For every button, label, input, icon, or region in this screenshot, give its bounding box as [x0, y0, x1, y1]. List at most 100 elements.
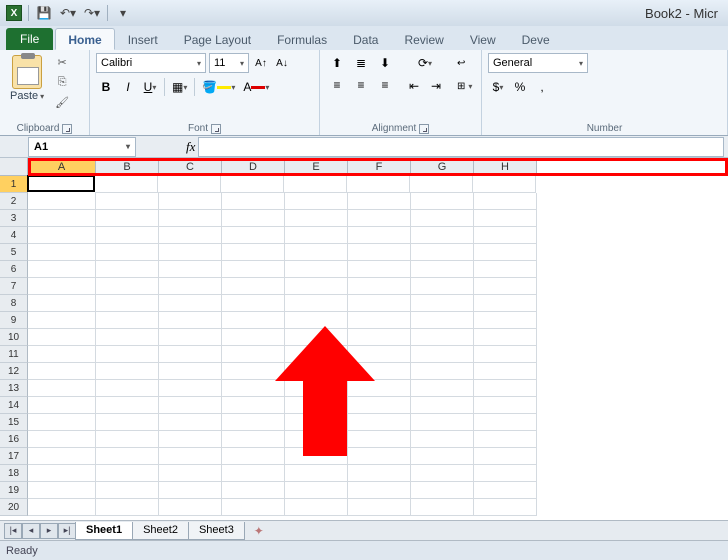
cell-F15[interactable]	[348, 414, 411, 431]
cell-H5[interactable]	[474, 244, 537, 261]
cell-E6[interactable]	[285, 261, 348, 278]
tab-developer[interactable]: Deve	[509, 28, 563, 50]
row-header-6[interactable]: 6	[0, 261, 28, 278]
cell-C18[interactable]	[159, 465, 222, 482]
cell-A11[interactable]	[28, 346, 96, 363]
cell-G9[interactable]	[411, 312, 474, 329]
cell-C15[interactable]	[159, 414, 222, 431]
column-header-G[interactable]: G	[411, 158, 474, 176]
row-header-20[interactable]: 20	[0, 499, 28, 516]
cell-F2[interactable]	[348, 193, 411, 210]
tab-home[interactable]: Home	[55, 28, 114, 50]
row-header-8[interactable]: 8	[0, 295, 28, 312]
sheet-nav-prev[interactable]: ◂	[22, 523, 40, 539]
cell-A15[interactable]	[28, 414, 96, 431]
cell-H12[interactable]	[474, 363, 537, 380]
cell-E3[interactable]	[285, 210, 348, 227]
cell-F4[interactable]	[348, 227, 411, 244]
cell-C13[interactable]	[159, 380, 222, 397]
align-middle-button[interactable]: ≣	[350, 53, 372, 73]
cell-H4[interactable]	[474, 227, 537, 244]
cell-F5[interactable]	[348, 244, 411, 261]
cell-B10[interactable]	[96, 329, 159, 346]
cell-D15[interactable]	[222, 414, 285, 431]
cell-B1[interactable]	[95, 176, 158, 193]
cell-B4[interactable]	[96, 227, 159, 244]
sheet-tab-3[interactable]: Sheet3	[188, 522, 245, 540]
percent-button[interactable]: %	[510, 77, 530, 97]
cell-H17[interactable]	[474, 448, 537, 465]
cell-E4[interactable]	[285, 227, 348, 244]
row-header-9[interactable]: 9	[0, 312, 28, 329]
cell-B15[interactable]	[96, 414, 159, 431]
cell-H9[interactable]	[474, 312, 537, 329]
cell-A5[interactable]	[28, 244, 96, 261]
cell-F11[interactable]	[348, 346, 411, 363]
cell-E10[interactable]	[285, 329, 348, 346]
cell-D20[interactable]	[222, 499, 285, 516]
sheet-tab-1[interactable]: Sheet1	[75, 522, 133, 540]
cell-A8[interactable]	[28, 295, 96, 312]
cell-E11[interactable]	[285, 346, 348, 363]
cell-F18[interactable]	[348, 465, 411, 482]
cell-E9[interactable]	[285, 312, 348, 329]
tab-view[interactable]: View	[457, 28, 509, 50]
column-header-C[interactable]: C	[159, 158, 222, 176]
cell-C8[interactable]	[159, 295, 222, 312]
cell-B11[interactable]	[96, 346, 159, 363]
align-left-button[interactable]: ≡	[326, 75, 348, 95]
font-color-button[interactable]: A▾	[240, 77, 272, 97]
cell-G11[interactable]	[411, 346, 474, 363]
cell-C12[interactable]	[159, 363, 222, 380]
cell-C6[interactable]	[159, 261, 222, 278]
cell-B6[interactable]	[96, 261, 159, 278]
decrease-indent-button[interactable]: ⇤	[404, 76, 424, 96]
select-all-corner[interactable]	[0, 158, 28, 176]
cell-A10[interactable]	[28, 329, 96, 346]
grow-font-button[interactable]: A↑	[252, 54, 270, 72]
cell-C1[interactable]	[158, 176, 221, 193]
cell-G20[interactable]	[411, 499, 474, 516]
cell-H6[interactable]	[474, 261, 537, 278]
row-header-3[interactable]: 3	[0, 210, 28, 227]
cell-A14[interactable]	[28, 397, 96, 414]
format-painter-button[interactable]: 🖌	[52, 93, 72, 111]
column-header-H[interactable]: H	[474, 158, 537, 176]
cell-F16[interactable]	[348, 431, 411, 448]
cell-G1[interactable]	[410, 176, 473, 193]
cell-E18[interactable]	[285, 465, 348, 482]
cell-G7[interactable]	[411, 278, 474, 295]
cell-G3[interactable]	[411, 210, 474, 227]
align-center-button[interactable]: ≡	[350, 75, 372, 95]
row-header-18[interactable]: 18	[0, 465, 28, 482]
cell-A13[interactable]	[28, 380, 96, 397]
cell-H19[interactable]	[474, 482, 537, 499]
cell-H8[interactable]	[474, 295, 537, 312]
fx-label[interactable]: fx	[186, 139, 195, 155]
alignment-launcher[interactable]	[419, 124, 429, 134]
cell-E12[interactable]	[285, 363, 348, 380]
cell-D5[interactable]	[222, 244, 285, 261]
cell-A9[interactable]	[28, 312, 96, 329]
cell-D1[interactable]	[221, 176, 284, 193]
cell-C7[interactable]	[159, 278, 222, 295]
redo-button[interactable]: ↷▾	[83, 4, 101, 22]
cell-C14[interactable]	[159, 397, 222, 414]
cell-A19[interactable]	[28, 482, 96, 499]
cell-H13[interactable]	[474, 380, 537, 397]
cell-F19[interactable]	[348, 482, 411, 499]
cell-B5[interactable]	[96, 244, 159, 261]
cell-H7[interactable]	[474, 278, 537, 295]
cell-E7[interactable]	[285, 278, 348, 295]
tab-insert[interactable]: Insert	[115, 28, 171, 50]
cell-B16[interactable]	[96, 431, 159, 448]
cell-C17[interactable]	[159, 448, 222, 465]
cell-A7[interactable]	[28, 278, 96, 295]
name-box[interactable]: A1▾	[28, 137, 136, 157]
paste-button[interactable]: Paste▾	[6, 53, 48, 104]
cell-B8[interactable]	[96, 295, 159, 312]
cell-H14[interactable]	[474, 397, 537, 414]
cell-A1[interactable]	[27, 175, 95, 192]
cell-C11[interactable]	[159, 346, 222, 363]
cell-A20[interactable]	[28, 499, 96, 516]
